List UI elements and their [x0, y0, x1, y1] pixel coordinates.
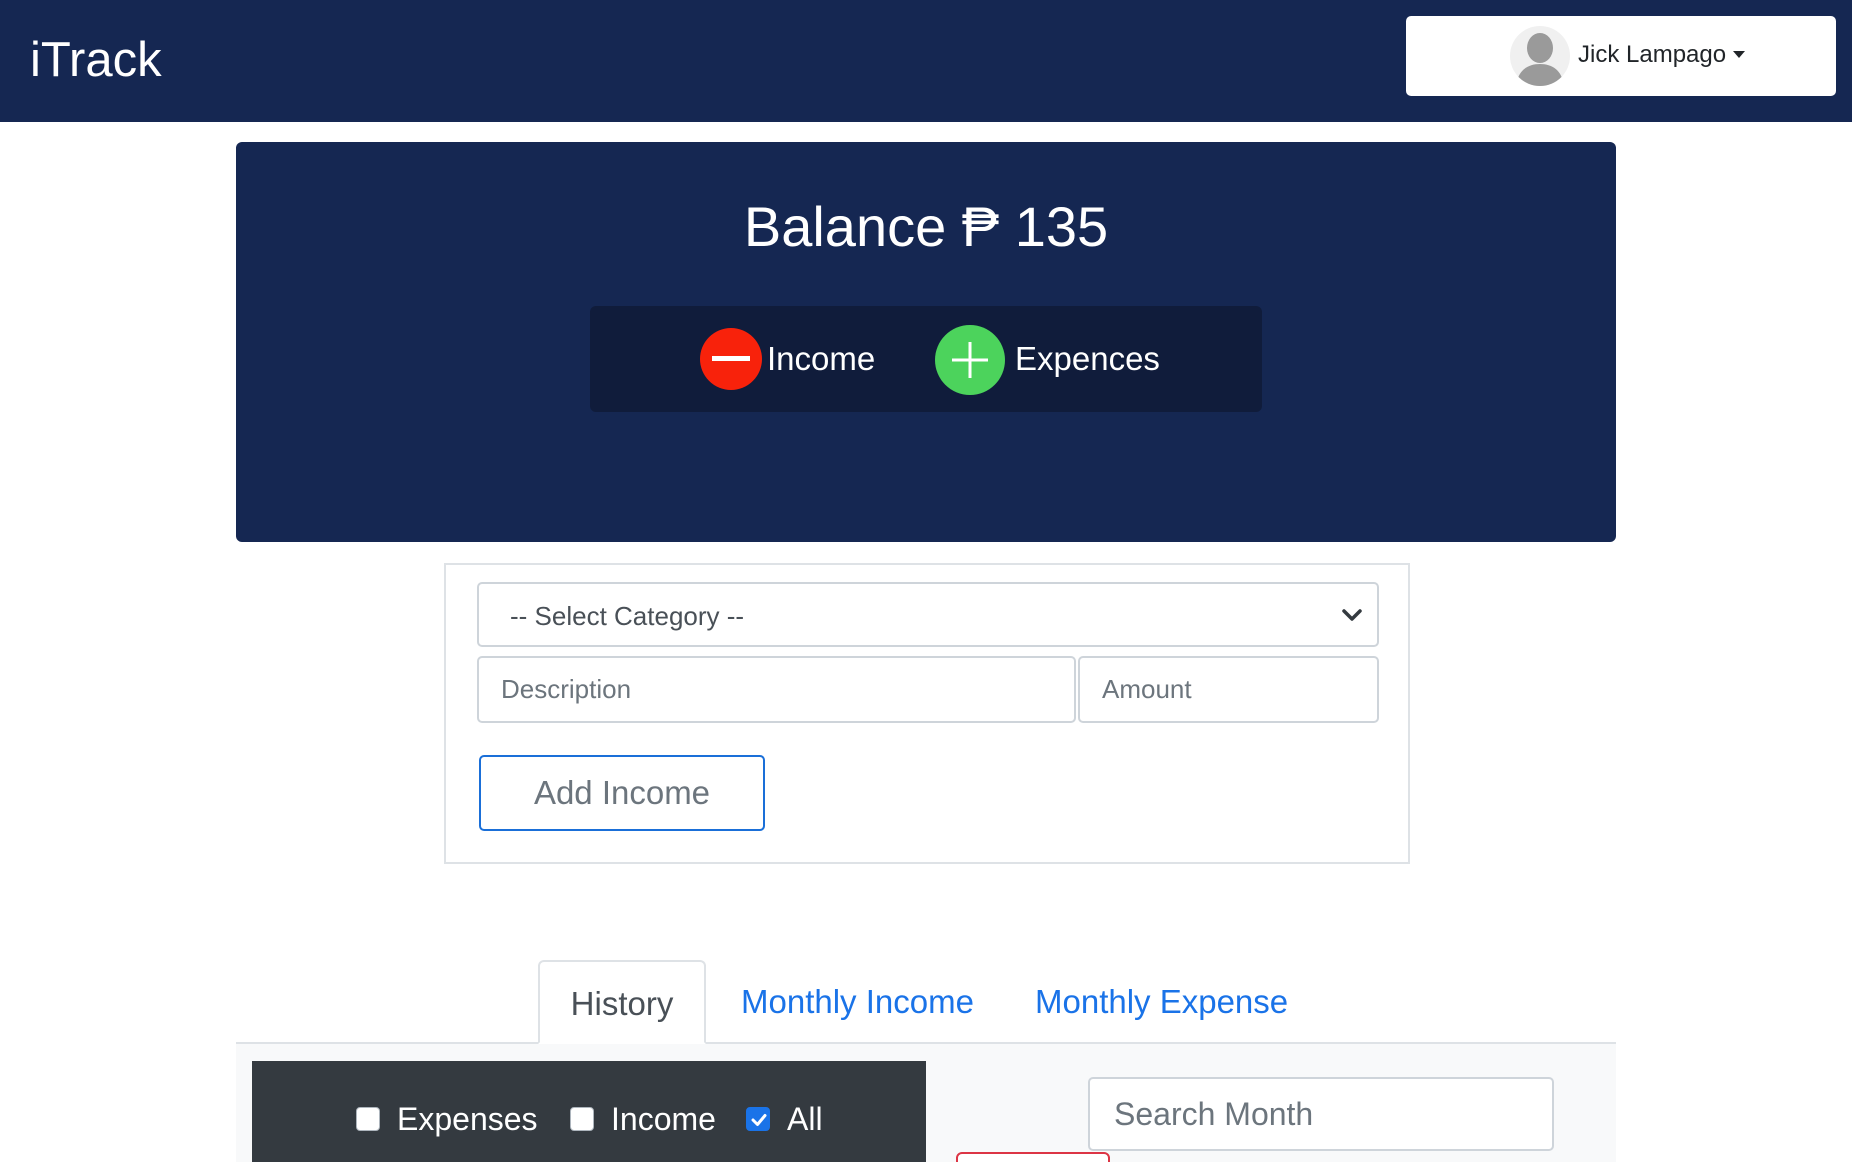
outline-danger-button[interactable]	[956, 1152, 1110, 1162]
balance-amount: Balance ₱ 135	[743, 195, 1109, 258]
tab-history[interactable]: History	[538, 960, 706, 1044]
description-input[interactable]	[479, 658, 1074, 721]
history-filter-bar: Expenses Income All	[252, 1061, 926, 1162]
checkbox-checked-icon[interactable]	[746, 1107, 770, 1131]
tab-monthly-expense[interactable]: Monthly Expense	[1035, 960, 1288, 1044]
add-transaction-form: -- Select Category -- Add Income	[444, 563, 1410, 864]
caret-down-icon	[1733, 51, 1745, 58]
user-avatar-icon	[1510, 26, 1570, 86]
checkbox-unchecked-icon[interactable]	[570, 1107, 594, 1131]
category-select[interactable]: -- Select Category --	[477, 582, 1379, 647]
description-field	[477, 656, 1076, 723]
filter-expenses-label: Expenses	[397, 1101, 538, 1137]
user-menu-dropdown[interactable]: Jick Lampago	[1406, 16, 1836, 96]
income-toggle-label: Income	[767, 340, 876, 377]
chevron-down-icon	[1341, 602, 1363, 633]
filter-income-label: Income	[611, 1101, 716, 1137]
user-name: Jick Lampago	[1578, 41, 1727, 68]
expense-toggle-label: Expences	[1015, 340, 1160, 377]
transaction-type-toggle: Income Expences	[590, 306, 1262, 412]
plus-circle-icon	[935, 325, 1005, 395]
search-month-field	[1088, 1077, 1554, 1151]
add-income-button[interactable]: Add Income	[479, 755, 765, 831]
tab-monthly-income[interactable]: Monthly Income	[741, 960, 974, 1044]
amount-field	[1078, 656, 1379, 723]
checkbox-unchecked-icon[interactable]	[356, 1107, 380, 1131]
filter-all-label: All	[787, 1101, 823, 1137]
income-toggle-button[interactable]: Income	[700, 322, 900, 394]
top-navbar: iTrack Jick Lampago	[0, 0, 1852, 122]
brand-logo[interactable]: iTrack	[30, 30, 162, 90]
minus-circle-icon	[700, 328, 762, 390]
search-month-input[interactable]	[1090, 1079, 1552, 1149]
expense-toggle-button[interactable]: Expences	[935, 322, 1175, 395]
balance-card: Balance ₱ 135 Income Expences	[236, 142, 1616, 542]
amount-input[interactable]	[1080, 658, 1377, 721]
category-select-value: -- Select Category --	[510, 601, 745, 631]
